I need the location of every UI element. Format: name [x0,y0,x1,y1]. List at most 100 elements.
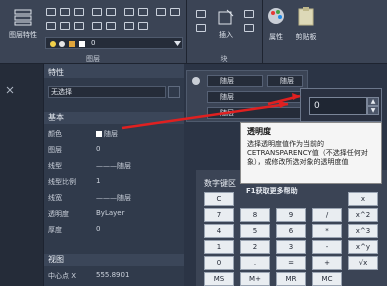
layer-tool-icon[interactable] [138,22,148,30]
color-wheel-icon [192,77,200,85]
layer-tool-icon[interactable] [46,22,56,30]
clipboard-button[interactable]: 剪贴板 [292,4,320,48]
calculator-key[interactable]: M+ [240,272,270,286]
prop-row-layer[interactable]: 图层 0 [44,142,184,156]
layer-tool-icon[interactable] [92,8,102,16]
prop-key: 颜色 [48,130,62,138]
attributes-button[interactable]: 属性 [264,4,288,44]
layer-tool-icon[interactable] [60,22,70,30]
chevron-down-icon [174,41,181,46]
section-view[interactable]: 视图 [44,254,184,266]
block-tool-icon[interactable] [196,10,206,18]
prop-key: 透明度 [48,210,69,218]
calculator-key[interactable]: 6 [276,224,306,238]
calculator-key[interactable]: = [276,256,306,270]
calculator-key[interactable]: - [312,240,342,254]
transparency-spinner: 0 ▲ ▼ [300,88,382,122]
calculator-key[interactable]: 4 [204,224,234,238]
layer-properties-button[interactable]: 图层特性 [6,6,40,42]
clipboard-label: 剪贴板 [295,33,317,41]
layer-combo-value: 0 [91,39,96,47]
layer-tool-icon[interactable] [170,8,180,16]
prop-value: 随层 [96,129,118,139]
calculator-key[interactable]: / [312,208,342,222]
layer-tool-icon[interactable] [46,8,56,16]
calculator-key[interactable]: MC [312,272,342,286]
prop-key: 厚度 [48,226,62,234]
prop-row-ltscale[interactable]: 线型比例 1 [44,174,184,188]
insert-block-icon [218,9,234,25]
block-tool-icon[interactable] [244,24,254,32]
calculator-key[interactable]: MS [204,272,234,286]
layer-stack-icon [14,9,32,26]
tooltip-body: 选择透明度值作为当前的CETRANSPARENCY值（不选择任何对象），或修改所… [247,140,368,166]
layer-state-icons [50,41,85,47]
prop-value-text: 随层 [104,130,118,138]
tooltip-help-hint: F1获取更多帮助 [246,187,298,195]
calculator-key[interactable]: . [240,256,270,270]
close-icon[interactable] [6,86,14,94]
layer-tool-icon[interactable] [60,8,70,16]
properties-header: 特性 [44,64,184,78]
block-tool-icon[interactable] [244,10,254,18]
color-combo-2[interactable]: 随层 [267,75,303,87]
layer-tool-icon[interactable] [92,22,102,30]
calculator-key[interactable]: √x [348,256,378,270]
prop-value: ByLayer [96,209,125,217]
prop-row-lineweight[interactable]: 线宽 ———随层 [44,190,184,204]
insert-label: 插入 [219,31,233,39]
attributes-label: 属性 [269,33,283,41]
ribbon: 图层特性 0 图层 插入 块 属性 剪贴板 [0,0,387,64]
layer-tool-icon[interactable] [124,22,134,30]
layer-tool-icon[interactable] [106,22,116,30]
calculator-key[interactable]: x [348,192,378,206]
layer-tool-icon[interactable] [106,8,116,16]
prop-key: 图层 [48,146,62,154]
layer-tool-icon[interactable] [74,8,84,16]
calculator-key[interactable]: 0 [204,256,234,270]
prop-key: 线型比例 [48,178,76,186]
prop-row-thickness[interactable]: 厚度 0 [44,222,184,236]
annotation-arrow [267,93,301,106]
prop-value: 0 [96,145,101,153]
calculator-key[interactable]: 2 [240,240,270,254]
layer-tool-icon[interactable] [74,22,84,30]
clipboard-icon [298,7,314,26]
calculator-key[interactable]: C [204,192,234,206]
calculator-key[interactable]: 3 [276,240,306,254]
calculator-key[interactable]: 1 [204,240,234,254]
block-tool-icon[interactable] [196,24,206,32]
prop-row-transparency[interactable]: 透明度 ByLayer [44,206,184,220]
layer-tool-icon[interactable] [138,8,148,16]
calculator-key[interactable]: + [312,256,342,270]
color-combo-value: 随层 [280,77,294,85]
calculator-title: 数字键区 [204,179,236,188]
prop-row-linetype[interactable]: 线型 ———随层 [44,158,184,172]
spin-up-button[interactable]: ▲ [367,97,379,106]
calculator-key[interactable]: x^y [348,240,378,254]
layers-panel-title: 图层 [86,55,100,63]
prop-key: 线宽 [48,194,62,202]
calculator-key[interactable]: 9 [276,208,306,222]
color-combo[interactable]: 随层 [207,75,263,87]
layer-tool-icon[interactable] [124,8,134,16]
prop-value: 0 [96,225,101,233]
prop-row-center-x[interactable]: 中心点 X 555.8901 [44,268,184,282]
calculator-key[interactable]: x^2 [348,208,378,222]
prop-value: 1 [96,177,101,185]
transparency-input[interactable]: 0 [309,97,367,115]
calculator-key[interactable]: MR [276,272,306,286]
calculator-key[interactable]: 8 [240,208,270,222]
color-swatch [96,131,102,137]
palette-icon [268,8,284,24]
calculator-key[interactable]: 5 [240,224,270,238]
layer-tool-icon[interactable] [156,8,166,16]
calculator-key[interactable]: 7 [204,208,234,222]
layer-combo[interactable]: 0 [45,37,183,49]
insert-button[interactable]: 插入 [214,6,238,42]
layer-properties-label: 图层特性 [9,31,37,39]
prop-value: ———随层 [96,194,131,202]
spin-down-button[interactable]: ▼ [367,106,379,115]
calculator-key[interactable]: x^3 [348,224,378,238]
calculator-key[interactable]: * [312,224,342,238]
